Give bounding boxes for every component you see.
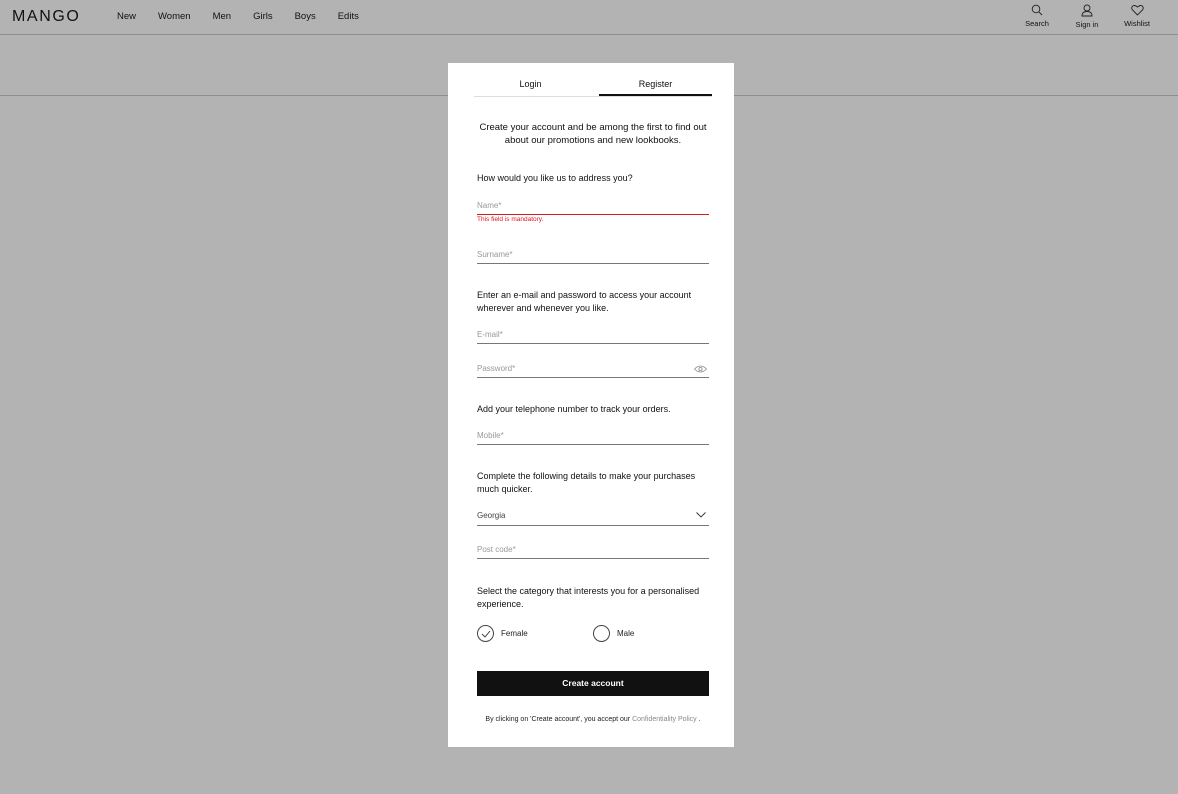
phone-prompt: Add your telephone number to track your … [477,404,671,414]
tab-login[interactable]: Login [474,79,587,89]
credentials-prompt: Enter an e-mail and password to access y… [477,290,692,313]
name-placeholder: Name* [477,201,502,210]
main-nav: New Women Men Girls Boys Edits [117,11,381,22]
register-intro: Create your account and be among the fir… [479,122,707,146]
legal-notice: By clicking on 'Create account', you acc… [477,715,709,724]
search-button[interactable]: Search [1012,4,1062,29]
wishlist-button[interactable]: Wishlist [1112,4,1162,29]
nav-men[interactable]: Men [213,11,231,22]
search-icon [1031,4,1043,16]
wishlist-label: Wishlist [1124,19,1150,28]
category-female-label: Female [501,629,528,638]
category-prompt: Select the category that interests you f… [477,586,700,609]
auth-tabs: Login Register [474,63,712,97]
email-field[interactable]: E-mail* [477,325,709,344]
surname-placeholder: Surname* [477,250,513,259]
legal-suffix: . [698,716,701,723]
checkmark-icon [481,630,491,638]
postcode-field[interactable]: Post code* [477,540,709,559]
surname-field[interactable]: Surname* [477,245,709,264]
mobile-placeholder: Mobile* [477,431,504,440]
site-header: MANGO New Women Men Girls Boys Edits Sea… [0,0,1178,35]
legal-prefix: By clicking on 'Create account', you acc… [485,716,631,723]
address-prompt: How would you like us to address you? [477,173,633,183]
tab-register[interactable]: Register [599,79,712,89]
details-prompt: Complete the following details to make y… [477,471,696,494]
show-password-icon[interactable] [694,365,707,373]
heart-icon [1130,5,1144,16]
active-tab-indicator [599,94,712,96]
category-male-radio[interactable]: Male [593,625,634,642]
header-actions: Search Sign in Wishlist [1012,4,1162,29]
search-label: Search [1025,19,1049,28]
country-select[interactable]: Georgia [477,507,709,526]
create-account-button[interactable]: Create account [477,671,709,696]
nav-women[interactable]: Women [158,11,191,22]
password-placeholder: Password* [477,364,516,373]
email-placeholder: E-mail* [477,330,503,339]
nav-new[interactable]: New [117,11,136,22]
nav-edits[interactable]: Edits [338,11,359,22]
chevron-down-icon [696,512,706,518]
confidentiality-policy-link[interactable]: Confidentiality Policy [632,716,697,723]
password-field[interactable]: Password* [477,359,709,378]
mobile-field[interactable]: Mobile* [477,426,709,445]
country-value: Georgia [477,511,506,520]
radio-circle-male [593,625,610,642]
user-icon [1081,4,1093,17]
postcode-placeholder: Post code* [477,545,516,554]
mango-logo[interactable]: MANGO [12,8,80,26]
category-male-label: Male [617,629,635,638]
category-female-radio[interactable]: Female [477,625,528,642]
nav-boys[interactable]: Boys [295,11,316,22]
name-error-message: This field is mandatory. [477,216,544,223]
radio-circle-female [477,625,494,642]
sign-in-button[interactable]: Sign in [1062,4,1112,29]
register-modal: Login Register Create your account and b… [448,63,734,747]
name-field[interactable]: Name* [477,196,709,215]
sign-in-label: Sign in [1075,20,1099,29]
nav-girls[interactable]: Girls [253,11,273,22]
